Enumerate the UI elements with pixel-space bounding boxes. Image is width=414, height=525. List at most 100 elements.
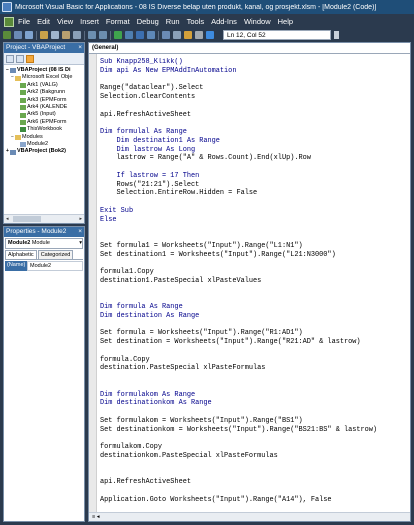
code-line[interactable]: Selection.ClearContents	[100, 93, 406, 102]
view-toggle-bar[interactable]: ≡ ◂	[89, 512, 410, 521]
tree-node[interactable]: + VBAProject (Bok2)	[4, 148, 84, 155]
code-line[interactable]	[100, 119, 406, 128]
tab-categorized[interactable]: Categorized	[37, 250, 74, 259]
close-icon[interactable]: ×	[78, 227, 84, 237]
view-object-icon[interactable]	[16, 54, 24, 63]
code-line[interactable]: destination1.PasteSpecial xlPasteValues	[100, 277, 406, 286]
tree-node[interactable]: Ark2 (Bakgrunn	[4, 89, 84, 96]
cut-icon[interactable]	[40, 31, 48, 39]
run-icon[interactable]	[114, 31, 122, 39]
menu-run[interactable]: Run	[166, 17, 180, 26]
code-line[interactable]: formula1.Copy	[100, 268, 406, 277]
code-line[interactable]: Set destination1 = Worksheets("Input").R…	[100, 251, 406, 260]
code-line[interactable]: Set destination = Worksheets("Input").Ra…	[100, 338, 406, 347]
code-line[interactable]: Set formula1 = Worksheets("Input").Range…	[100, 242, 406, 251]
object-combo[interactable]: (General)	[89, 43, 410, 54]
tree-node[interactable]: − VBAProject (08 IS Di	[4, 67, 84, 74]
tree-node[interactable]: Ark1 (VALG)	[4, 82, 84, 89]
code-line[interactable]: api.RefreshActiveSheet	[100, 478, 406, 487]
code-line[interactable]: Exit Sub	[100, 207, 406, 216]
save-icon[interactable]	[25, 31, 33, 39]
code-line[interactable]: lastrow = Range("A" & Rows.Count).End(xl…	[100, 154, 406, 163]
break-icon[interactable]	[125, 31, 133, 39]
project-explorer-icon[interactable]	[162, 31, 170, 39]
property-value[interactable]: Module2	[27, 261, 83, 271]
code-line[interactable]: formula.Copy	[100, 356, 406, 365]
code-line[interactable]	[100, 408, 406, 417]
code-line[interactable]: Dim formulal As Range	[100, 128, 406, 137]
code-line[interactable]: Selection.EntireRow.Hidden = False	[100, 189, 406, 198]
menu-edit[interactable]: Edit	[37, 17, 50, 26]
code-line[interactable]: Range("dataclear").Select	[100, 84, 406, 93]
code-line[interactable]: api.RefreshActiveSheet	[100, 111, 406, 120]
code-line[interactable]	[100, 382, 406, 391]
menu-help[interactable]: Help	[278, 17, 293, 26]
property-row[interactable]: (Name) Module2	[5, 261, 83, 271]
code-line[interactable]: formulakom.Copy	[100, 443, 406, 452]
toolbar-overflow[interactable]	[334, 31, 339, 39]
code-line[interactable]: Dim formula As Range	[100, 303, 406, 312]
object-select[interactable]: Module2 Module ▾	[5, 238, 83, 249]
tree-node[interactable]: Ark4 (KALENDE	[4, 104, 84, 111]
view-excel-icon[interactable]	[3, 31, 11, 39]
code-line[interactable]	[100, 198, 406, 207]
code-line[interactable]	[100, 76, 406, 85]
tree-node[interactable]: − Modules	[4, 134, 84, 141]
code-line[interactable]: Else	[100, 216, 406, 225]
scrollbar-thumb[interactable]	[13, 216, 41, 222]
tree-node[interactable]: Module2	[4, 141, 84, 148]
code-line[interactable]: Rows("21:21").Select	[100, 181, 406, 190]
menu-debug[interactable]: Debug	[137, 17, 159, 26]
help-icon[interactable]	[206, 31, 214, 39]
toggle-folders-icon[interactable]	[26, 54, 34, 63]
code-line[interactable]: destination.PasteSpecial xlPasteFormulas	[100, 364, 406, 373]
code-line[interactable]	[100, 163, 406, 172]
code-line[interactable]	[100, 487, 406, 496]
reset-icon[interactable]	[136, 31, 144, 39]
code-line[interactable]	[100, 259, 406, 268]
code-line[interactable]: Dim formulakom As Range	[100, 391, 406, 400]
menu-format[interactable]: Format	[106, 17, 130, 26]
code-line[interactable]: Set formula = Worksheets("Input").Range(…	[100, 329, 406, 338]
code-editor[interactable]: Sub Knapp258_Klikk() Dim api As New EPMAd…	[100, 58, 406, 511]
code-line[interactable]: Dim destination As Range	[100, 312, 406, 321]
design-mode-icon[interactable]	[147, 31, 155, 39]
code-line[interactable]: Application.Goto Worksheets("Input").Ran…	[100, 496, 406, 505]
menu-window[interactable]: Window	[244, 17, 271, 26]
copy-icon[interactable]	[51, 31, 59, 39]
menu-insert[interactable]: Insert	[80, 17, 99, 26]
code-line[interactable]	[100, 461, 406, 470]
code-line[interactable]: Set formulakom = Worksheets("Input").Ran…	[100, 417, 406, 426]
menu-tools[interactable]: Tools	[187, 17, 205, 26]
margin-indicator-bar[interactable]	[89, 54, 97, 512]
object-browser-icon[interactable]	[184, 31, 192, 39]
code-line[interactable]	[100, 469, 406, 478]
code-line[interactable]: Dim destination1 As Range	[100, 137, 406, 146]
tree-node[interactable]: Ark5 (Input)	[4, 111, 84, 118]
tree-node[interactable]: Ark3 (EPMForm	[4, 97, 84, 104]
tree-node[interactable]: − Microsoft Excel Obje	[4, 74, 84, 81]
code-line[interactable]: Dim destinationkom As Range	[100, 399, 406, 408]
scroll-left-icon[interactable]: ◂	[6, 216, 9, 222]
excel-icon[interactable]	[4, 16, 14, 27]
code-line[interactable]: If lastrow = 17 Then	[100, 172, 406, 181]
code-line[interactable]	[100, 373, 406, 382]
close-icon[interactable]: ×	[78, 43, 84, 53]
chevron-down-icon[interactable]: ▾	[79, 239, 82, 248]
toolbox-icon[interactable]	[195, 31, 203, 39]
code-line[interactable]	[100, 434, 406, 443]
code-line[interactable]	[100, 294, 406, 303]
menu-file[interactable]: File	[18, 17, 30, 26]
code-line[interactable]	[100, 347, 406, 356]
tree-node[interactable]: ThisWorkbook	[4, 126, 84, 133]
undo-icon[interactable]	[88, 31, 96, 39]
code-line[interactable]: Sub Knapp258_Klikk()	[100, 58, 406, 67]
paste-icon[interactable]	[62, 31, 70, 39]
scroll-right-icon[interactable]: ▸	[79, 216, 82, 222]
code-line[interactable]: Set destinationkom = Worksheets("Input")…	[100, 426, 406, 435]
code-line[interactable]	[100, 321, 406, 330]
code-line[interactable]	[100, 224, 406, 233]
code-line[interactable]	[100, 102, 406, 111]
properties-window-icon[interactable]	[173, 31, 181, 39]
code-line[interactable]	[100, 286, 406, 295]
